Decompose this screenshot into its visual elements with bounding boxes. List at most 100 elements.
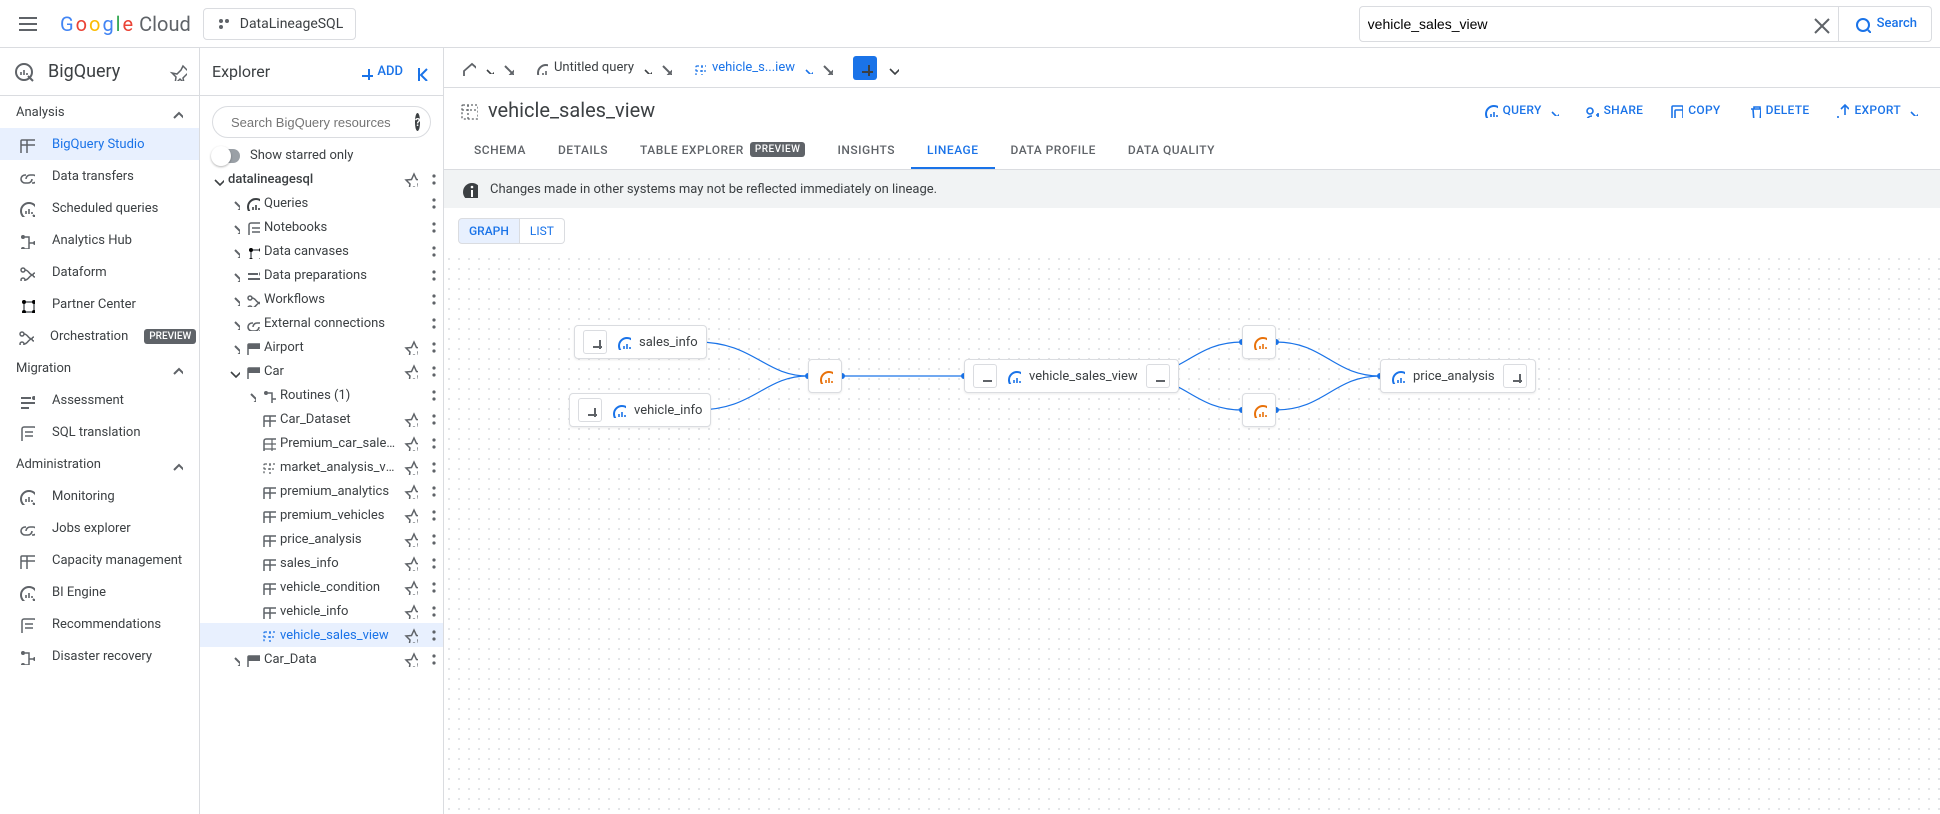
nav-item-analytics-hub[interactable]: Analytics Hub: [0, 224, 199, 256]
search-help-icon[interactable]: ?: [415, 113, 420, 131]
more-options-icon[interactable]: [421, 315, 439, 331]
nav-item-disaster-recovery[interactable]: Disaster recovery: [0, 640, 199, 672]
tree-group[interactable]: Workflows: [200, 287, 443, 311]
global-search[interactable]: [1359, 6, 1839, 42]
lineage-node-sales-info[interactable]: sales_info: [574, 325, 707, 359]
more-options-icon[interactable]: [421, 483, 439, 499]
subtab-details[interactable]: DETAILS: [542, 132, 624, 169]
more-options-icon[interactable]: [421, 267, 439, 283]
nav-item-orchestration[interactable]: OrchestrationPREVIEW: [0, 320, 199, 352]
more-options-icon[interactable]: [421, 531, 439, 547]
star-icon[interactable]: [401, 435, 419, 451]
collapse-explorer-icon[interactable]: [413, 63, 431, 81]
nav-section-header[interactable]: Administration: [0, 448, 199, 480]
nav-item-scheduled-queries[interactable]: Scheduled queries: [0, 192, 199, 224]
list-view-toggle[interactable]: LIST: [520, 218, 565, 244]
star-icon[interactable]: [401, 363, 419, 379]
more-options-icon[interactable]: [421, 363, 439, 379]
nav-item-jobs-explorer[interactable]: Jobs explorer: [0, 512, 199, 544]
new-tab-button[interactable]: [853, 56, 877, 80]
nav-item-partner-center[interactable]: Partner Center: [0, 288, 199, 320]
star-icon[interactable]: [401, 555, 419, 571]
more-options-icon[interactable]: [421, 411, 439, 427]
subtab-table-explorer[interactable]: TABLE EXPLORER PREVIEW: [624, 132, 821, 169]
more-options-icon[interactable]: [421, 195, 439, 211]
pin-icon[interactable]: [169, 63, 187, 81]
tree-dataset-Car[interactable]: Car: [200, 359, 443, 383]
google-cloud-logo[interactable]: Google Cloud: [60, 12, 191, 36]
more-options-icon[interactable]: [421, 171, 439, 187]
tree-item-price_analysis[interactable]: price_analysis: [200, 527, 443, 551]
subtab-lineage[interactable]: LINEAGE: [911, 132, 995, 169]
lineage-process-node[interactable]: [808, 359, 842, 393]
tree-item-Premium_car_sales_su...[interactable]: Premium_car_sales_su...: [200, 431, 443, 455]
explorer-search-input[interactable]: [231, 115, 407, 130]
starred-toggle[interactable]: [214, 149, 240, 163]
lineage-node-vehicle-info[interactable]: vehicle_info: [569, 393, 711, 427]
close-icon[interactable]: [819, 61, 833, 75]
tree-item-premium_analytics[interactable]: premium_analytics: [200, 479, 443, 503]
explorer-add-button[interactable]: ADD: [357, 64, 403, 80]
collapse-icon[interactable]: [1146, 364, 1170, 388]
search-button[interactable]: Search: [1839, 6, 1932, 42]
more-options-icon[interactable]: [421, 291, 439, 307]
star-icon[interactable]: [401, 579, 419, 595]
star-icon[interactable]: [401, 483, 419, 499]
star-icon[interactable]: [401, 627, 419, 643]
tree-group[interactable]: Data preparations: [200, 263, 443, 287]
copy-button[interactable]: COPY: [1659, 96, 1728, 124]
star-icon[interactable]: [401, 459, 419, 475]
star-icon[interactable]: [401, 651, 419, 667]
nav-item-monitoring[interactable]: Monitoring: [0, 480, 199, 512]
expand-icon[interactable]: [583, 330, 607, 354]
star-icon[interactable]: [401, 411, 419, 427]
tab-vehicle-sales-view[interactable]: vehicle_s...iew: [684, 52, 841, 84]
tree-item-vehicle_condition[interactable]: vehicle_condition: [200, 575, 443, 599]
project-selector[interactable]: DataLineageSQL: [203, 8, 356, 40]
more-options-icon[interactable]: [421, 555, 439, 571]
nav-item-bigquery-studio[interactable]: BigQuery Studio: [0, 128, 199, 160]
home-tab[interactable]: [452, 52, 522, 84]
nav-item-bi-engine[interactable]: BI Engine: [0, 576, 199, 608]
explorer-search[interactable]: ?: [212, 106, 431, 138]
more-options-icon[interactable]: [421, 603, 439, 619]
more-options-icon[interactable]: [421, 243, 439, 259]
more-options-icon[interactable]: [421, 627, 439, 643]
lineage-node-vehicle-sales-view[interactable]: vehicle_sales_view: [964, 359, 1179, 393]
global-search-input[interactable]: [1368, 16, 1810, 32]
nav-item-data-transfers[interactable]: Data transfers: [0, 160, 199, 192]
tree-dataset-Airport[interactable]: Airport: [200, 335, 443, 359]
subtab-schema[interactable]: SCHEMA: [458, 132, 542, 169]
subtab-data-quality[interactable]: DATA QUALITY: [1112, 132, 1231, 169]
tree-item-vehicle_info[interactable]: vehicle_info: [200, 599, 443, 623]
tree-item-vehicle_sales_view[interactable]: vehicle_sales_view: [200, 623, 443, 647]
export-button[interactable]: EXPORT: [1825, 96, 1926, 124]
star-icon[interactable]: [401, 531, 419, 547]
tree-item-sales_info[interactable]: sales_info: [200, 551, 443, 575]
expand-icon[interactable]: [578, 398, 602, 422]
tree-item-Car_Dataset[interactable]: Car_Dataset: [200, 407, 443, 431]
more-options-icon[interactable]: [421, 435, 439, 451]
tree-item-Routines (1)[interactable]: Routines (1): [200, 383, 443, 407]
expand-icon[interactable]: [1503, 364, 1527, 388]
subtab-insights[interactable]: INSIGHTS: [821, 132, 911, 169]
more-options-icon[interactable]: [421, 219, 439, 235]
tree-dataset-Car_Data[interactable]: Car_Data: [200, 647, 443, 671]
lineage-node-price-analysis[interactable]: price_analysis: [1380, 359, 1536, 393]
more-options-icon[interactable]: [421, 651, 439, 667]
star-icon[interactable]: [401, 507, 419, 523]
tab-untitled-query[interactable]: Untitled query: [526, 52, 680, 84]
collapse-icon[interactable]: [973, 364, 997, 388]
nav-section-header[interactable]: Analysis: [0, 96, 199, 128]
more-options-icon[interactable]: [421, 579, 439, 595]
close-icon[interactable]: [658, 61, 672, 75]
query-button[interactable]: QUERY: [1474, 96, 1567, 124]
tree-group[interactable]: External connections: [200, 311, 443, 335]
new-tab-dropdown[interactable]: [885, 61, 899, 75]
nav-item-capacity-management[interactable]: Capacity management: [0, 544, 199, 576]
more-options-icon[interactable]: [421, 507, 439, 523]
lineage-process-node[interactable]: [1242, 325, 1276, 359]
nav-item-dataform[interactable]: Dataform: [0, 256, 199, 288]
more-options-icon[interactable]: [421, 459, 439, 475]
nav-item-recommendations[interactable]: Recommendations: [0, 608, 199, 640]
